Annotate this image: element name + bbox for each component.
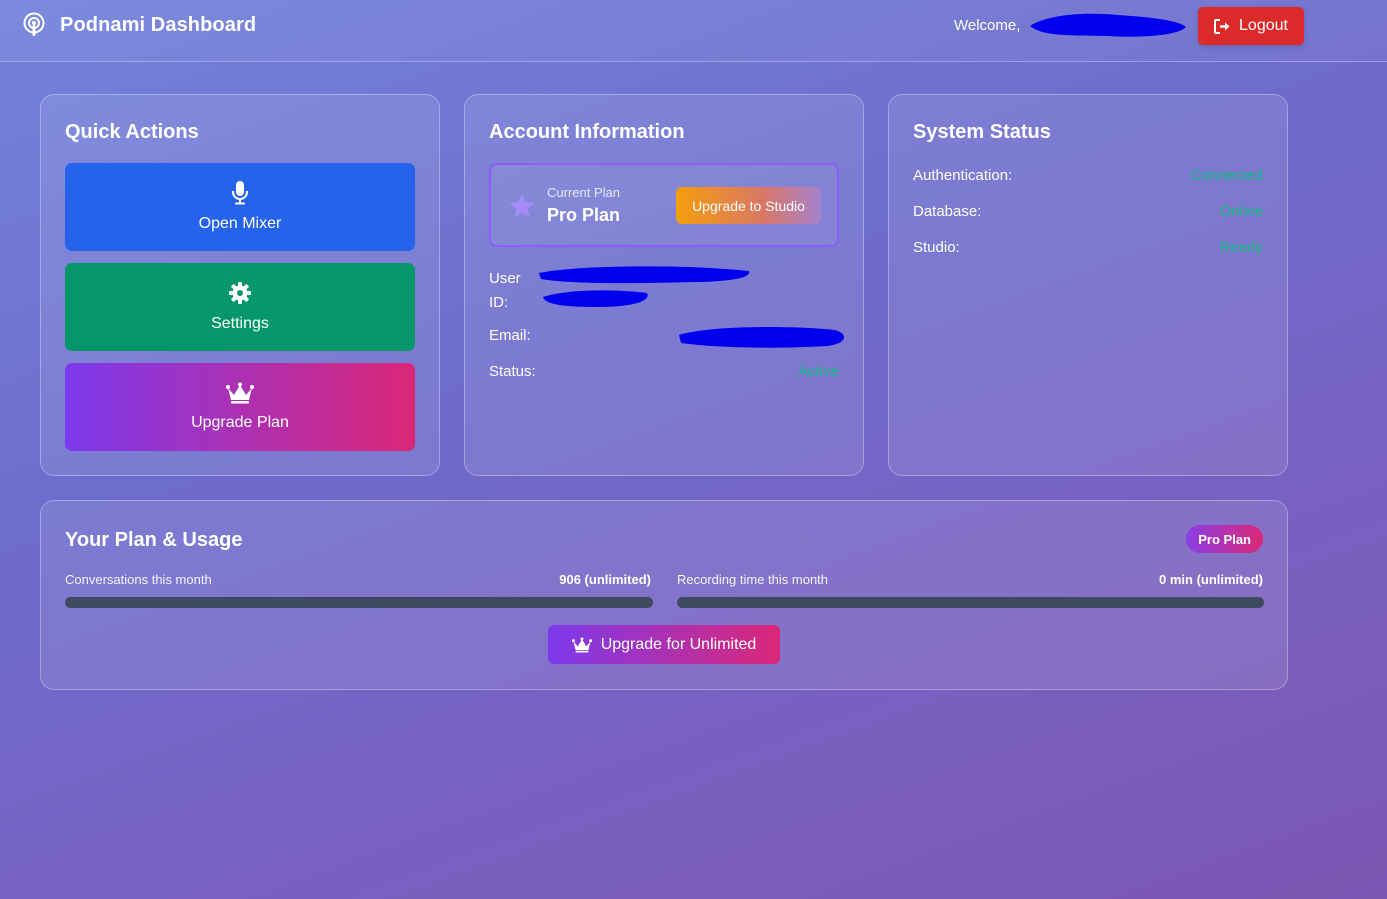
conversations-label: Conversations this month	[65, 572, 212, 587]
current-plan-box: Current Plan Pro Plan Upgrade to Studio	[489, 163, 839, 247]
welcome-text: Welcome,	[954, 17, 1021, 34]
conversations-value: 906 (unlimited)	[559, 572, 651, 587]
authentication-status: Connected	[1190, 167, 1263, 184]
plan-usage-card: Your Plan & Usage Pro Plan Conversations…	[40, 500, 1288, 690]
redacted-email	[679, 327, 845, 348]
upgrade-for-unlimited-button[interactable]: Upgrade for Unlimited	[548, 625, 780, 664]
user-id-label: User ID:	[489, 270, 521, 311]
studio-label: Studio:	[913, 239, 960, 256]
settings-button[interactable]: Settings	[65, 263, 415, 351]
microphone-icon	[232, 181, 248, 205]
system-status-card: System Status Authentication: Connected …	[888, 94, 1288, 476]
logout-button[interactable]: Logout	[1198, 7, 1304, 45]
upgrade-to-studio-button[interactable]: Upgrade to Studio	[676, 187, 821, 224]
open-mixer-label: Open Mixer	[198, 215, 282, 232]
crown-icon	[571, 637, 592, 652]
account-information-title: Account Information	[489, 121, 685, 143]
logout-label: Logout	[1239, 17, 1288, 34]
brand: Podnami Dashboard	[22, 12, 256, 38]
quick-actions-card: Quick Actions Open Mixer Settings Upgrad…	[40, 94, 440, 476]
recording-label: Recording time this month	[677, 572, 829, 587]
current-plan-label: Current Plan	[547, 185, 620, 200]
plan-name: Pro Plan	[547, 205, 621, 225]
logout-icon	[1214, 18, 1230, 34]
studio-status: Ready	[1219, 239, 1263, 256]
podcast-icon	[23, 12, 45, 36]
recording-progress-bar	[677, 597, 1264, 608]
gear-icon	[229, 282, 251, 304]
system-status-title: System Status	[913, 121, 1051, 143]
app-title: Podnami Dashboard	[60, 13, 257, 36]
database-status: Online	[1219, 203, 1263, 220]
pro-plan-badge: Pro Plan	[1186, 525, 1263, 553]
recording-value: 0 min (unlimited)	[1159, 572, 1263, 587]
redacted-user-id	[539, 266, 750, 307]
upgrade-for-unlimited-label: Upgrade for Unlimited	[600, 635, 757, 653]
account-information-card: Account Information Current Plan Pro Pla…	[464, 94, 864, 476]
database-label: Database:	[913, 203, 982, 220]
email-label: Email:	[489, 327, 531, 344]
settings-label: Settings	[211, 315, 269, 332]
crown-icon	[226, 382, 254, 404]
conversations-progress-bar	[65, 597, 653, 608]
plan-usage-title: Your Plan & Usage	[65, 529, 243, 551]
top-header: Podnami Dashboard Welcome, Logout	[0, 0, 1387, 62]
redacted-username	[1030, 13, 1186, 37]
status-label: Status:	[489, 363, 536, 380]
star-icon	[509, 194, 535, 218]
authentication-label: Authentication:	[913, 167, 1013, 184]
quick-actions-title: Quick Actions	[65, 121, 199, 143]
account-status-value: Active	[798, 363, 839, 380]
upgrade-plan-button[interactable]: Upgrade Plan	[65, 363, 415, 451]
open-mixer-button[interactable]: Open Mixer	[65, 163, 415, 251]
upgrade-plan-label: Upgrade Plan	[191, 414, 289, 431]
